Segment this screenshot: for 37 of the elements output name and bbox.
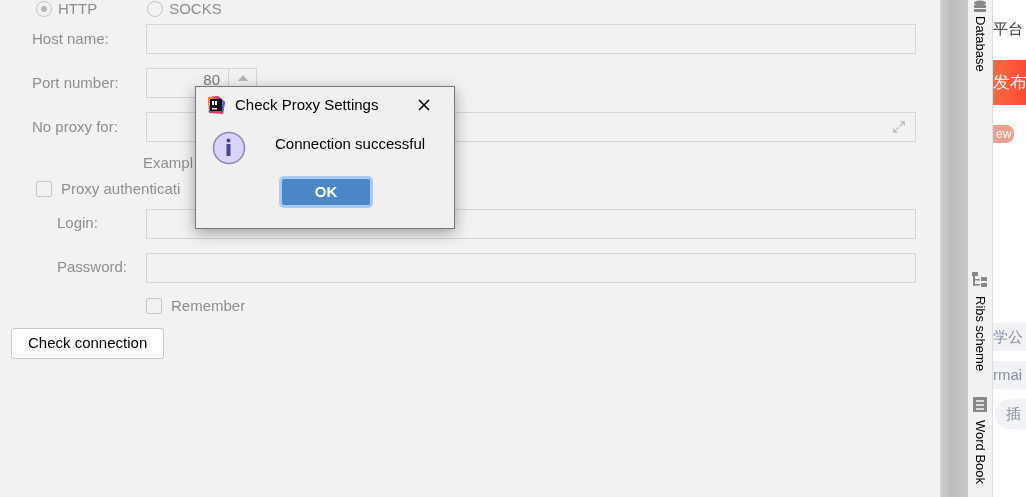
tree-icon[interactable] <box>972 271 988 288</box>
checkbox[interactable] <box>146 297 162 314</box>
tool-window-tab[interactable]: Database <box>970 16 990 72</box>
tag-chip[interactable]: 学公 <box>993 323 1026 351</box>
expand-icon[interactable] <box>891 119 907 135</box>
radio-label[interactable]: SOCKS <box>169 1 222 17</box>
text-field[interactable] <box>146 24 916 54</box>
book-icon[interactable] <box>973 396 987 412</box>
example-hint: Exampl <box>142 154 195 172</box>
field-label: No proxy for: <box>31 116 119 137</box>
tool-window-tab[interactable]: Word Book <box>970 419 990 484</box>
dialog-title: Check Proxy Settings <box>235 94 379 115</box>
field-label: Host name: <box>31 28 110 49</box>
caret-up-icon <box>237 75 248 81</box>
check-connection-button[interactable]: Check connection <box>11 328 165 359</box>
close-icon[interactable] <box>418 99 430 111</box>
radio-button[interactable] <box>36 1 52 17</box>
publish-button[interactable]: 发布 <box>993 60 1026 105</box>
page-text: 平台 <box>993 19 1024 39</box>
info-icon <box>212 131 246 165</box>
dialog-message: Connection successful <box>275 133 426 154</box>
new-badge[interactable]: ew <box>993 125 1015 143</box>
text-field[interactable] <box>146 252 916 283</box>
field-label: Port number: <box>31 72 120 93</box>
checkbox[interactable] <box>36 181 52 198</box>
tool-window-tab[interactable]: Ribs scheme <box>970 295 990 371</box>
database-icon[interactable] <box>973 0 987 13</box>
checkbox-label[interactable]: Proxy authenticati <box>61 178 181 201</box>
field-label: Login: <box>56 213 99 234</box>
radio-button[interactable] <box>147 1 164 17</box>
tag-chip[interactable]: 插 <box>995 399 1026 429</box>
checkbox-label[interactable]: Remember <box>171 294 246 317</box>
ok-button[interactable]: OK <box>282 179 370 205</box>
field-label: Password: <box>56 257 129 278</box>
radio-label[interactable]: HTTP <box>58 1 98 17</box>
tag-chip[interactable]: rmai <box>993 361 1026 389</box>
app-logo-icon <box>206 95 226 115</box>
